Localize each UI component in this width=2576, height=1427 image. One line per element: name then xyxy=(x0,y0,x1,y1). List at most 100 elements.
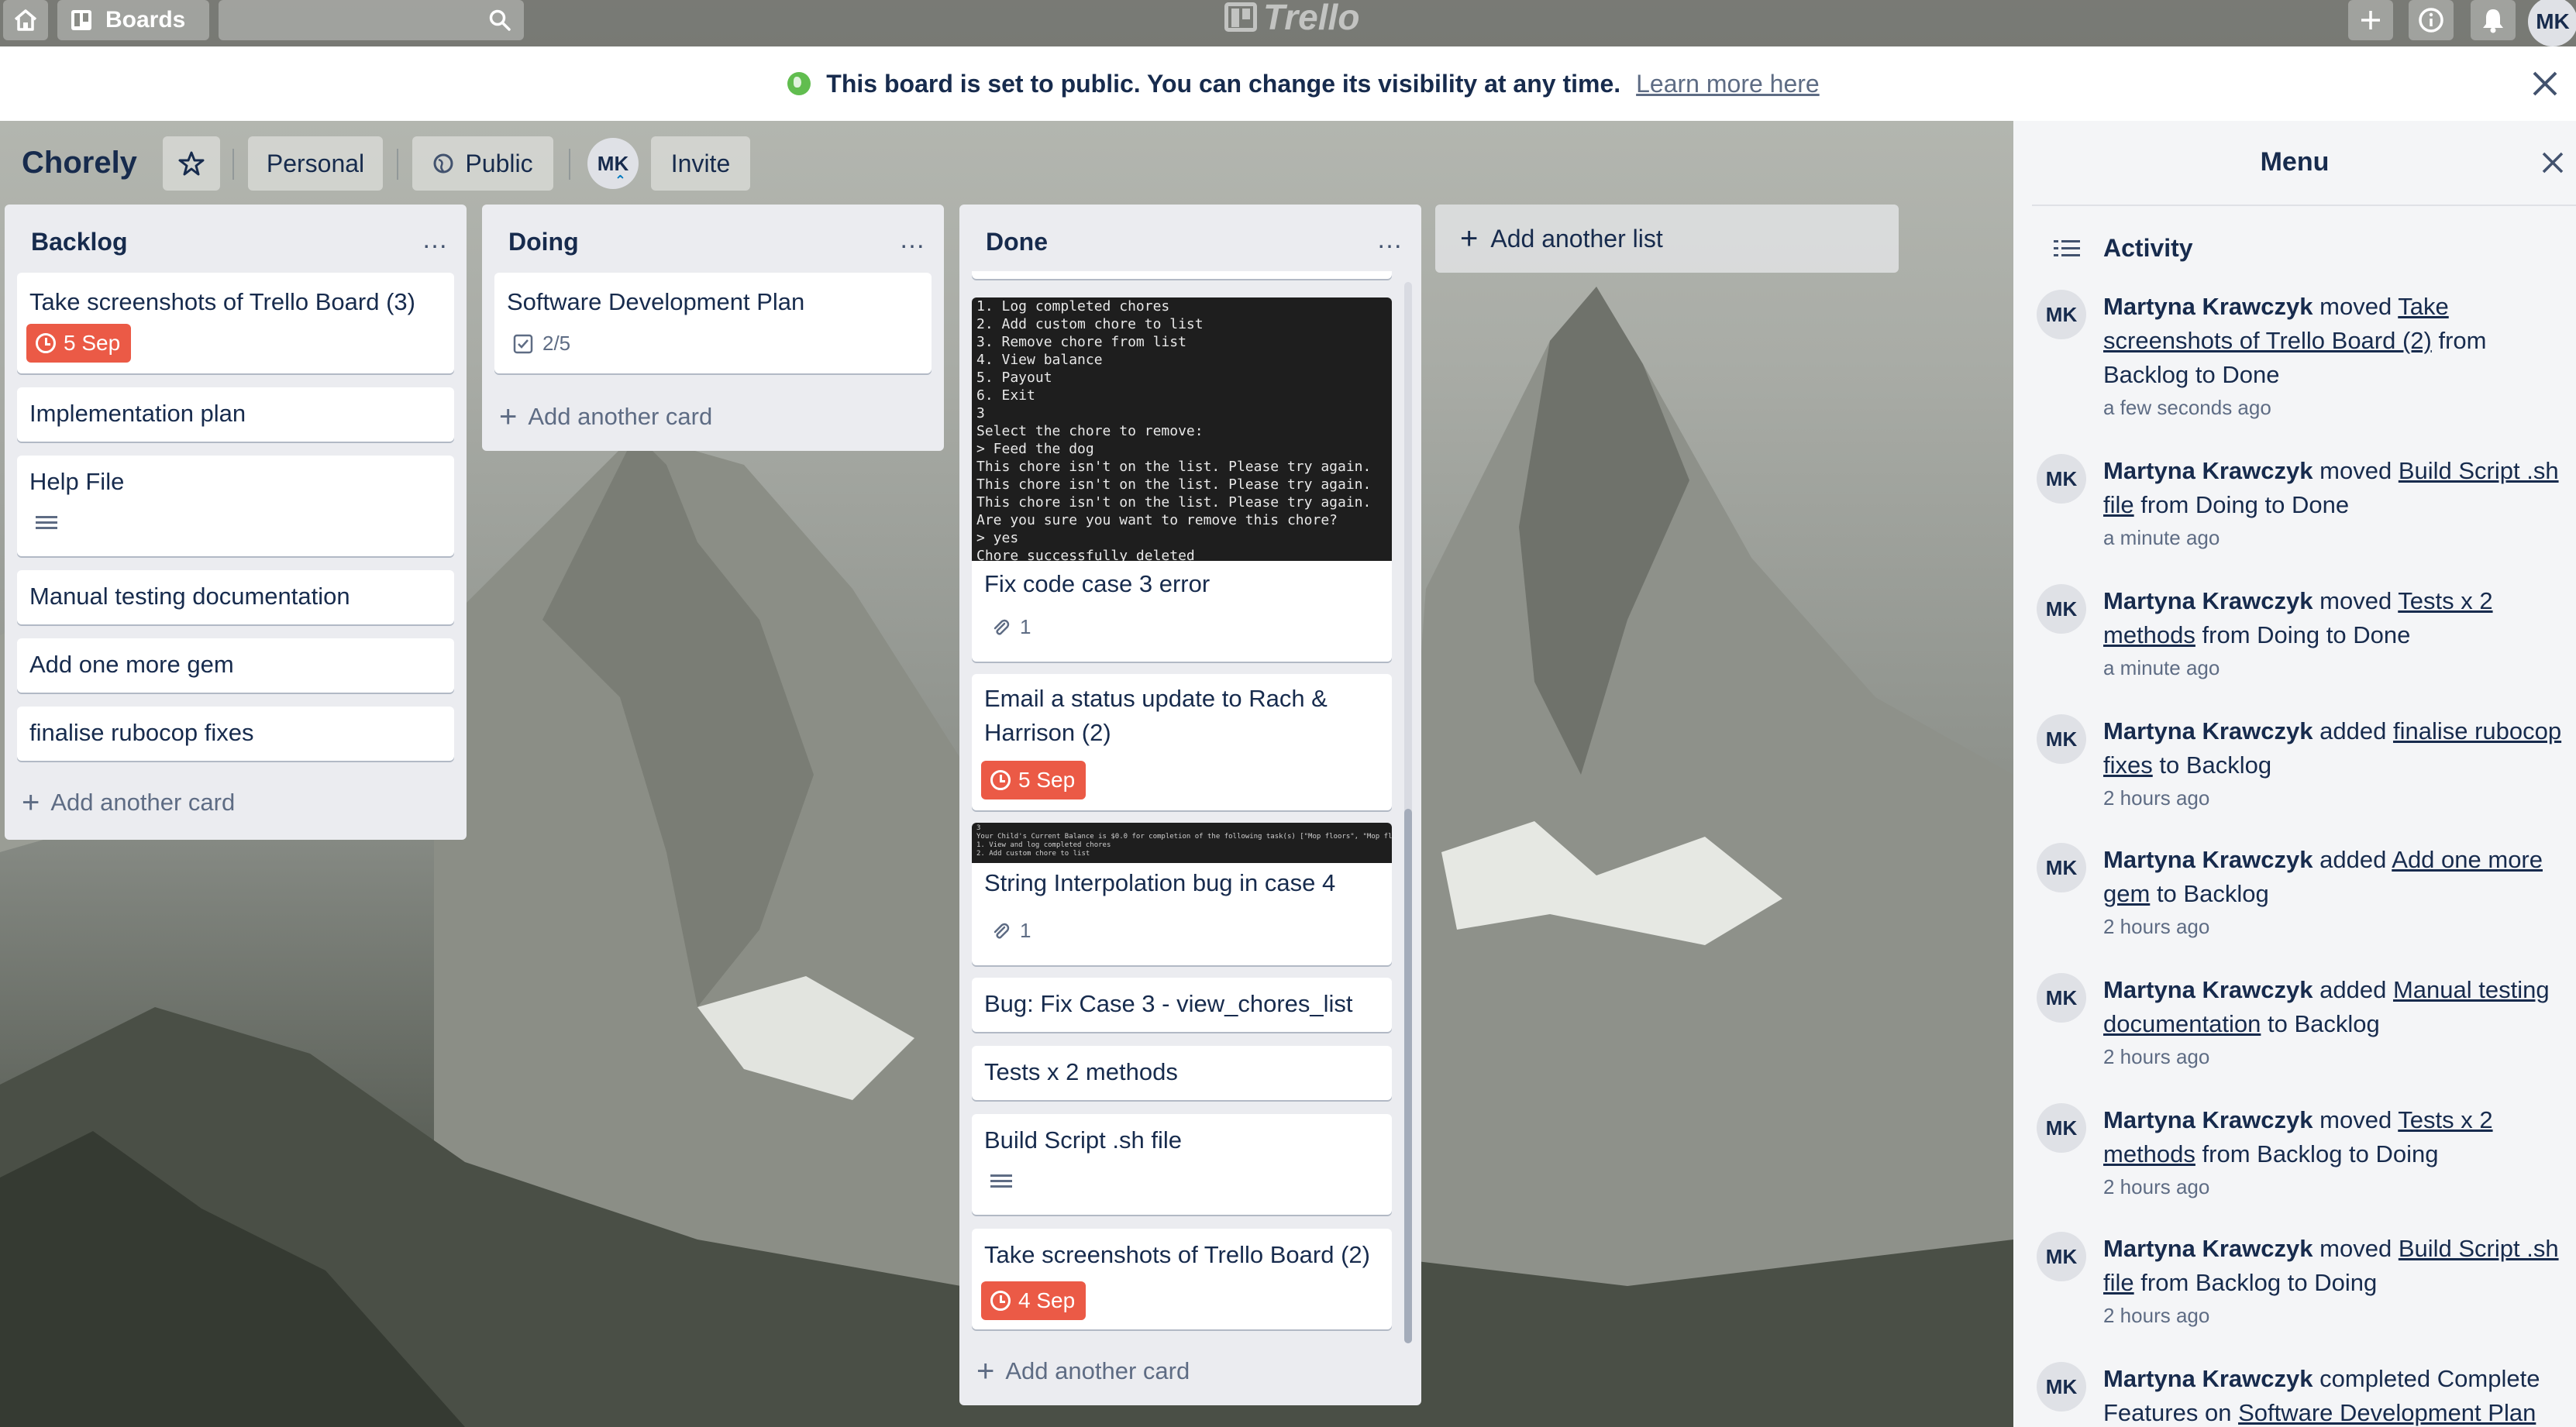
visibility-button[interactable]: Public xyxy=(412,136,553,191)
invite-button[interactable]: Invite xyxy=(651,136,750,191)
activity-rest: from Doing to Done xyxy=(2202,621,2411,648)
checklist-badge: 2/5 xyxy=(513,332,570,356)
member-initials: MK xyxy=(597,151,629,175)
card[interactable]: Tests x 2 methods xyxy=(972,1046,1392,1100)
activity-user[interactable]: Martyna Krawczyk xyxy=(2103,717,2313,744)
card[interactable]: Bug: Fix Case 3 - view_chores_list xyxy=(972,978,1392,1032)
card[interactable]: Build Script .sh file xyxy=(972,1114,1392,1215)
list-menu-button[interactable]: … xyxy=(422,225,449,255)
plus-icon: + xyxy=(499,400,518,434)
activity-avatar[interactable]: MK xyxy=(2037,843,2086,892)
activity-user[interactable]: Martyna Krawczyk xyxy=(2103,293,2313,320)
boards-label: Boards xyxy=(105,7,186,33)
public-board-notice: This board is set to public. You can cha… xyxy=(0,46,2576,121)
activity-time[interactable]: a minute ago xyxy=(2103,652,2571,683)
search-input[interactable] xyxy=(219,0,524,40)
due-date-label: 5 Sep xyxy=(64,331,121,355)
due-date-badge[interactable]: 5 Sep xyxy=(26,324,132,363)
card[interactable]: Add one more gem xyxy=(17,638,454,693)
activity-avatar[interactable]: MK xyxy=(2037,973,2086,1023)
star-icon xyxy=(178,151,205,176)
list-title[interactable]: Backlog xyxy=(31,228,127,256)
card[interactable]: Manual testing documentation xyxy=(17,570,454,624)
activity-user[interactable]: Martyna Krawczyk xyxy=(2103,976,2313,1003)
trello-logo[interactable]: Trello xyxy=(1224,0,1359,37)
activity-time[interactable]: 2 hours ago xyxy=(2103,911,2571,942)
plus-icon: + xyxy=(1460,222,1479,256)
list-menu-button[interactable]: … xyxy=(899,225,927,255)
list-title[interactable]: Done xyxy=(986,228,1048,256)
board-title[interactable]: Chorely xyxy=(22,146,137,181)
close-icon[interactable] xyxy=(2530,68,2561,99)
activity-avatar[interactable]: MK xyxy=(2037,454,2086,504)
activity-time[interactable]: 2 hours ago xyxy=(2103,1300,2571,1331)
activity-action: moved xyxy=(2319,457,2392,484)
activity-text: Martyna Krawczyk moved Take screenshots … xyxy=(2103,290,2571,423)
plus-icon: + xyxy=(22,786,40,820)
card-cover-image: 3 Your Child's Current Balance is $0.0 f… xyxy=(972,823,1392,863)
activity-user[interactable]: Martyna Krawczyk xyxy=(2103,1235,2313,1262)
activity-item: MK Martyna Krawczyk added finalise ruboc… xyxy=(2037,714,2571,815)
activity-avatar[interactable]: MK xyxy=(2037,1232,2086,1281)
activity-user[interactable]: Martyna Krawczyk xyxy=(2103,846,2313,873)
activity-avatar[interactable]: MK xyxy=(2037,1103,2086,1153)
card[interactable]: Email a status update to Rach & Harrison… xyxy=(972,674,1392,810)
card-title: Add one more gem xyxy=(29,651,234,678)
add-card-button[interactable]: + Add another card xyxy=(22,787,235,818)
activity-action: moved xyxy=(2319,587,2392,614)
add-list-label: Add another list xyxy=(1490,224,1663,253)
card[interactable]: Software Development Plan 2/5 xyxy=(494,273,932,373)
card-title: Take screenshots of Trello Board (3) xyxy=(29,288,415,315)
member-avatar[interactable]: MK ⌃ xyxy=(587,138,639,189)
search-icon xyxy=(489,9,511,31)
create-button[interactable] xyxy=(2348,0,2393,40)
visibility-label: Public xyxy=(465,149,533,177)
add-card-button[interactable]: + Add another card xyxy=(976,1356,1190,1387)
activity-avatar[interactable]: MK xyxy=(2037,714,2086,764)
star-button[interactable] xyxy=(163,136,220,191)
user-avatar[interactable]: MK xyxy=(2528,0,2576,46)
card-cover-image: 1. Log completed chores 2. Add custom ch… xyxy=(972,297,1392,561)
activity-card-link[interactable]: Software Development Plan xyxy=(2238,1399,2536,1426)
card[interactable]: 3 Your Child's Current Balance is $0.0 f… xyxy=(972,823,1392,965)
home-button[interactable] xyxy=(3,0,48,40)
list-title[interactable]: Doing xyxy=(508,228,579,256)
card[interactable]: Take screenshots of Trello Board (3) 5 S… xyxy=(17,273,454,373)
menu-title: Menu xyxy=(2260,147,2330,177)
card[interactable] xyxy=(972,271,1392,279)
activity-text: Martyna Krawczyk added Add one more gem … xyxy=(2103,843,2571,942)
activity-time[interactable]: 2 hours ago xyxy=(2103,782,2571,813)
close-icon[interactable] xyxy=(2539,149,2567,177)
card[interactable]: Take screenshots of Trello Board (2) 4 S… xyxy=(972,1229,1392,1329)
card[interactable]: Implementation plan xyxy=(17,387,454,442)
learn-more-link[interactable]: Learn more here xyxy=(1636,70,1820,98)
checklist-count: 2/5 xyxy=(542,332,571,355)
activity-avatar[interactable]: MK xyxy=(2037,290,2086,339)
card[interactable]: finalise rubocop fixes xyxy=(17,707,454,761)
activity-time[interactable]: 2 hours ago xyxy=(2103,1041,2571,1072)
activity-user[interactable]: Martyna Krawczyk xyxy=(2103,1106,2313,1133)
activity-avatar[interactable]: MK xyxy=(2037,1362,2086,1412)
info-button[interactable] xyxy=(2409,0,2454,40)
card[interactable]: Help File xyxy=(17,456,454,556)
activity-item: MK Martyna Krawczyk completed Complete F… xyxy=(2037,1362,2571,1427)
activity-user[interactable]: Martyna Krawczyk xyxy=(2103,457,2313,484)
boards-button[interactable]: Boards xyxy=(57,0,209,40)
add-list-button[interactable]: + Add another list xyxy=(1435,205,1899,273)
list-menu-button[interactable]: … xyxy=(1376,225,1404,255)
list-scrollbar-thumb[interactable] xyxy=(1404,809,1412,1343)
team-visibility-button[interactable]: Personal xyxy=(248,136,383,191)
due-date-badge[interactable]: 5 Sep xyxy=(981,761,1087,799)
due-date-badge[interactable]: 4 Sep xyxy=(981,1281,1087,1320)
activity-user[interactable]: Martyna Krawczyk xyxy=(2103,1365,2313,1392)
add-card-button[interactable]: + Add another card xyxy=(499,401,712,432)
card[interactable]: 1. Log completed chores 2. Add custom ch… xyxy=(972,297,1392,662)
top-header: Boards Trello MK xyxy=(0,0,2576,46)
activity-user[interactable]: Martyna Krawczyk xyxy=(2103,587,2313,614)
activity-avatar[interactable]: MK xyxy=(2037,584,2086,634)
activity-text: Martyna Krawczyk completed Complete Feat… xyxy=(2103,1362,2571,1427)
activity-time[interactable]: 2 hours ago xyxy=(2103,1171,2571,1202)
notifications-button[interactable] xyxy=(2471,0,2516,40)
activity-time[interactable]: a minute ago xyxy=(2103,522,2571,553)
activity-time[interactable]: a few seconds ago xyxy=(2103,392,2571,423)
